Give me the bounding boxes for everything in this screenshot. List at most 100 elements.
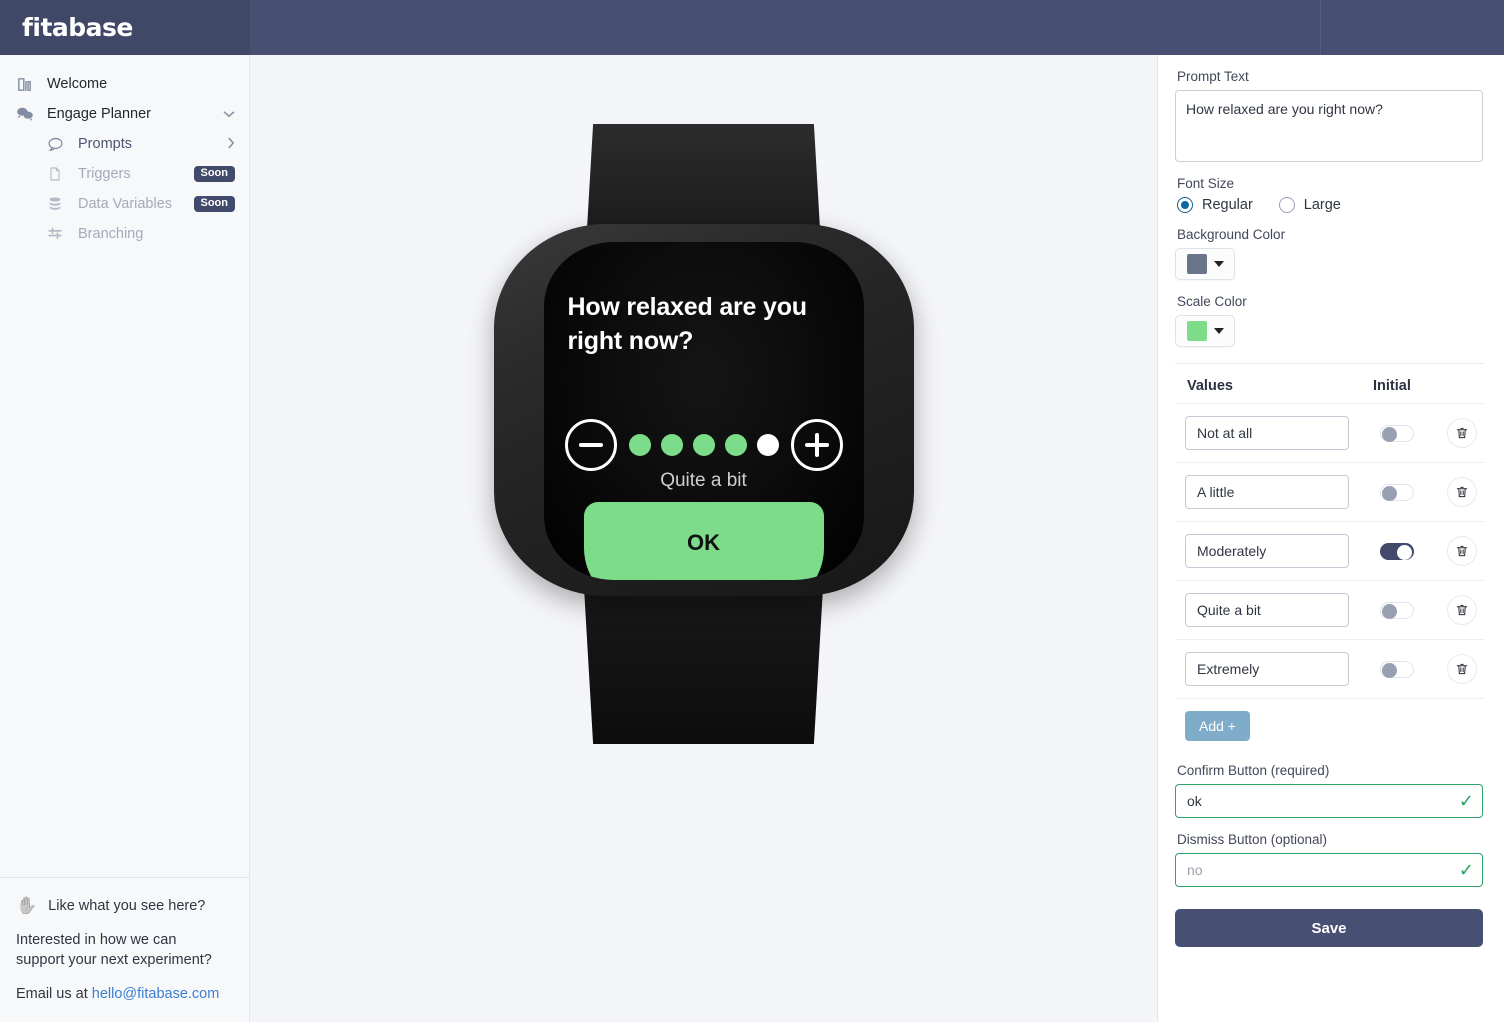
initial-toggle[interactable] xyxy=(1380,542,1414,560)
sidebar-item-welcome[interactable]: Welcome xyxy=(0,69,249,99)
scale-color-label: Scale Color xyxy=(1177,294,1247,309)
hand-icon: ✋ xyxy=(16,896,38,915)
background-color-picker[interactable] xyxy=(1175,248,1235,280)
font-size-option-large[interactable]: Large xyxy=(1278,197,1341,213)
value-input[interactable] xyxy=(1185,593,1349,627)
comments-icon xyxy=(16,105,38,123)
scale-dot xyxy=(724,434,747,456)
sidebar-item-data-variables[interactable]: Data Variables Soon xyxy=(0,189,249,219)
delete-row-button[interactable] xyxy=(1447,595,1477,625)
value-input[interactable] xyxy=(1185,652,1349,686)
font-size-option-label: Large xyxy=(1303,197,1341,213)
add-value-button[interactable]: Add + xyxy=(1185,711,1250,741)
database-icon xyxy=(47,196,69,212)
delete-row-button[interactable] xyxy=(1447,477,1477,507)
watch-mockup: How relaxed are you right now? Quite a b… xyxy=(493,124,914,744)
font-size-radio-group: Regular Large xyxy=(1177,197,1484,213)
sidebar-item-engage-planner[interactable]: Engage Planner xyxy=(0,99,249,129)
sidebar-item-triggers[interactable]: Triggers Soon xyxy=(0,159,249,189)
sidebar-item-branching[interactable]: Branching xyxy=(0,219,249,249)
sidebar-item-label: Engage Planner xyxy=(47,106,151,122)
value-input[interactable] xyxy=(1185,534,1349,568)
background-color-label: Background Color xyxy=(1177,227,1286,242)
chevron-down-icon[interactable] xyxy=(223,108,235,120)
delete-row-button[interactable] xyxy=(1447,654,1477,684)
table-row xyxy=(1175,580,1484,639)
brand-area[interactable]: fitabase xyxy=(0,0,250,55)
prompt-text-input[interactable] xyxy=(1175,90,1483,162)
branching-icon xyxy=(47,226,69,242)
add-row-area: Add + xyxy=(1175,698,1484,741)
footer-email-prefix: Email us at xyxy=(16,986,92,1002)
scale-color-swatch xyxy=(1186,321,1207,341)
scale-color-picker[interactable] xyxy=(1175,315,1235,347)
sidebar-item-label: Branching xyxy=(78,226,144,242)
status-badge: Soon xyxy=(193,166,235,182)
chat-bubble-icon xyxy=(47,136,69,153)
table-row xyxy=(1175,521,1484,580)
toggle-knob xyxy=(1382,603,1397,619)
chevron-down-icon xyxy=(1213,261,1224,267)
top-header-empty-region xyxy=(250,0,1504,55)
footer-email-line: Email us at hello@fitabase.com xyxy=(16,986,233,1002)
confirm-button-input[interactable] xyxy=(1175,784,1483,818)
delete-row-button[interactable] xyxy=(1447,418,1477,448)
footer-heading: Like what you see here? xyxy=(48,898,206,914)
footer-heading-row: ✋ Like what you see here? xyxy=(16,896,233,916)
dismiss-button-field: Dismiss Button (optional) ✓ xyxy=(1175,832,1484,887)
door-icon xyxy=(16,76,38,93)
initial-toggle[interactable] xyxy=(1380,660,1414,678)
toggle-knob xyxy=(1397,544,1412,560)
prompt-text-label: Prompt Text xyxy=(1177,69,1249,84)
footer-body-text: Interested in how we can support your ne… xyxy=(16,932,212,968)
font-size-option-label: Regular xyxy=(1202,197,1253,213)
background-color-swatch xyxy=(1186,254,1207,274)
toggle-knob xyxy=(1382,662,1397,678)
initial-toggle[interactable] xyxy=(1380,424,1414,442)
sidebar-item-label: Prompts xyxy=(78,136,132,152)
initial-toggle[interactable] xyxy=(1380,601,1414,619)
column-header-values: Values xyxy=(1187,378,1233,394)
scale-dot xyxy=(628,434,651,456)
table-row xyxy=(1175,403,1484,462)
check-icon: ✓ xyxy=(1458,791,1474,811)
value-input[interactable] xyxy=(1185,416,1349,450)
plus-circle-icon[interactable] xyxy=(790,419,843,471)
dismiss-button-input[interactable] xyxy=(1175,853,1483,887)
preview-confirm-button[interactable]: OK xyxy=(583,502,824,580)
save-button[interactable]: Save xyxy=(1175,909,1483,947)
table-row xyxy=(1175,462,1484,521)
preview-question-text: How relaxed are you right now? xyxy=(567,293,808,355)
chevron-down-icon xyxy=(1213,328,1224,334)
sidebar: Welcome Engage Planner Prompts Triggers … xyxy=(0,55,250,1022)
sidebar-nav: Welcome Engage Planner Prompts Triggers … xyxy=(0,55,249,249)
confirm-button-field: Confirm Button (required) ✓ xyxy=(1175,763,1484,818)
minus-circle-icon[interactable] xyxy=(564,419,617,471)
scale-dot xyxy=(660,434,683,456)
settings-panel: Prompt Text Font Size Regular Large Back… xyxy=(1159,55,1504,1022)
radio-icon xyxy=(1177,197,1193,213)
watch-band-bottom xyxy=(583,579,824,744)
initial-toggle[interactable] xyxy=(1380,483,1414,501)
preview-canvas: How relaxed are you right now? Quite a b… xyxy=(250,55,1158,1022)
dismiss-button-label: Dismiss Button (optional) xyxy=(1177,832,1328,847)
font-size-label: Font Size xyxy=(1177,176,1235,191)
values-table-header: Values Initial xyxy=(1175,363,1484,403)
sidebar-item-label: Welcome xyxy=(47,76,108,92)
status-badge: Soon xyxy=(193,196,235,212)
delete-row-button[interactable] xyxy=(1447,536,1477,566)
fitabase-logo: fitabase xyxy=(22,13,133,42)
chevron-right-icon[interactable] xyxy=(227,137,235,151)
toggle-knob xyxy=(1382,426,1397,442)
footer-email-link[interactable]: hello@fitabase.com xyxy=(92,986,220,1002)
confirm-button-label: Confirm Button (required) xyxy=(1177,763,1330,778)
table-row xyxy=(1175,639,1484,698)
font-size-option-regular[interactable]: Regular xyxy=(1177,197,1253,213)
scale-dot-current xyxy=(756,434,779,456)
sidebar-item-prompts[interactable]: Prompts xyxy=(0,129,249,159)
file-icon xyxy=(47,166,69,182)
radio-icon xyxy=(1278,197,1295,213)
column-header-initial: Initial xyxy=(1373,378,1411,394)
value-input[interactable] xyxy=(1185,475,1349,509)
header-divider xyxy=(1320,0,1321,55)
